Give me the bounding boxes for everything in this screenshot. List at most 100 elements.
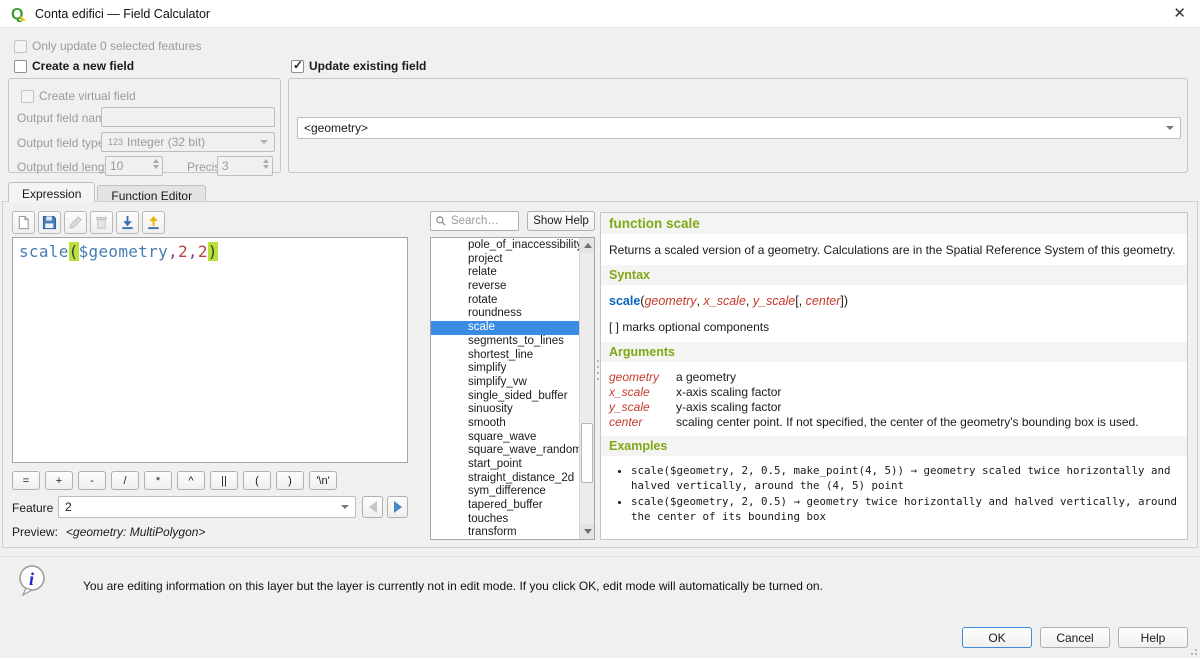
cancel-button[interactable]: Cancel <box>1040 627 1110 648</box>
function-list-item[interactable]: smooth <box>431 417 579 431</box>
qgis-logo-icon: Q <box>10 5 27 22</box>
function-list-item[interactable]: square_wave <box>431 431 579 445</box>
expression-editor[interactable]: scale($geometry,2,2) <box>12 237 408 463</box>
function-list-item[interactable]: touches <box>431 513 579 527</box>
spinner-arrows-icon[interactable] <box>153 159 159 169</box>
scroll-up-icon[interactable] <box>580 238 595 253</box>
edit-expression-icon <box>64 211 87 234</box>
only-update-checkbox-box[interactable] <box>14 40 27 53</box>
create-new-field-checkbox[interactable]: Create a new field <box>14 59 134 73</box>
function-list-item[interactable]: simplify_vw <box>431 376 579 390</box>
feature-label: Feature <box>12 501 53 515</box>
output-field-name-input[interactable] <box>101 107 275 127</box>
create-virtual-field-checkbox-box[interactable] <box>21 90 34 103</box>
spinner-arrows-icon[interactable] <box>263 159 269 169</box>
create-virtual-field-checkbox[interactable]: Create virtual field <box>21 89 136 103</box>
help-title: function scale <box>601 213 1187 234</box>
ok-label: OK <box>988 631 1005 645</box>
arguments-heading: Arguments <box>601 342 1187 362</box>
function-list-item[interactable]: reverse <box>431 280 579 294</box>
tab-expression[interactable]: Expression <box>8 182 95 202</box>
function-list-item[interactable]: simplify <box>431 362 579 376</box>
operator-button[interactable]: '\n' <box>309 471 337 490</box>
function-list-item[interactable]: project <box>431 253 579 267</box>
chevron-down-icon <box>260 140 268 144</box>
output-field-type-label: Output field type <box>17 136 104 150</box>
function-list-item[interactable]: transform <box>431 526 579 540</box>
operator-button[interactable]: = <box>12 471 40 490</box>
function-list-scrollbar[interactable] <box>579 238 594 539</box>
syntax-part: scale <box>609 294 640 308</box>
expression-code[interactable]: scale($geometry,2,2) <box>19 242 401 261</box>
function-list-item[interactable]: roundness <box>431 307 579 321</box>
show-help-label: Show Help <box>533 215 589 227</box>
export-expression-icon[interactable] <box>142 211 165 234</box>
expression-token: ) <box>208 242 218 261</box>
examples-list: scale($geometry, 2, 0.5, make_point(4, 5… <box>601 464 1187 525</box>
function-list-item[interactable]: single_sided_buffer <box>431 390 579 404</box>
create-virtual-field-label: Create virtual field <box>39 89 136 103</box>
function-list-item[interactable]: shortest_line <box>431 349 579 363</box>
function-list-item[interactable]: segments_to_lines <box>431 335 579 349</box>
precision-value: 3 <box>222 159 229 173</box>
operator-button[interactable]: ( <box>243 471 271 490</box>
operator-button[interactable]: + <box>45 471 73 490</box>
function-list-container: pole_of_inaccessibilityprojectrelatereve… <box>430 237 595 540</box>
search-input[interactable] <box>451 215 509 227</box>
operator-button[interactable]: ^ <box>177 471 205 490</box>
syntax-part: ]) <box>840 294 848 308</box>
function-list-item[interactable]: rotate <box>431 294 579 308</box>
close-icon[interactable]: ✕ <box>1173 5 1186 23</box>
delete-expression-icon <box>90 211 113 234</box>
output-field-type-combo[interactable]: 123 Integer (32 bit) <box>101 132 275 152</box>
existing-field-value: <geometry> <box>304 121 368 135</box>
example-item: scale($geometry, 2, 0.5) → geometry twic… <box>631 495 1187 525</box>
function-list-item[interactable]: start_point <box>431 458 579 472</box>
update-existing-field-checkbox-box[interactable] <box>291 60 304 73</box>
function-list-item[interactable]: scale <box>431 321 579 335</box>
new-expression-icon[interactable] <box>12 211 35 234</box>
operator-button[interactable]: - <box>78 471 106 490</box>
output-field-length-spinner[interactable]: 10 <box>105 156 163 176</box>
search-icon <box>435 215 447 227</box>
resize-grip[interactable] <box>1187 645 1197 655</box>
chevron-down-icon <box>1166 126 1174 130</box>
show-help-button[interactable]: Show Help <box>527 211 595 231</box>
scroll-down-icon[interactable] <box>580 524 595 539</box>
operator-button[interactable]: * <box>144 471 172 490</box>
ok-button[interactable]: OK <box>962 627 1032 648</box>
save-expression-icon[interactable] <box>38 211 61 234</box>
operator-button[interactable]: || <box>210 471 238 490</box>
function-help-panel: function scale Returns a scaled version … <box>600 212 1188 540</box>
operator-button[interactable]: ) <box>276 471 304 490</box>
only-update-checkbox[interactable]: Only update 0 selected features <box>14 39 201 53</box>
next-feature-button[interactable] <box>387 496 408 518</box>
function-list-item[interactable]: sym_difference <box>431 485 579 499</box>
search-box[interactable] <box>430 211 519 231</box>
preview-label: Preview: <box>12 525 58 539</box>
expression-token: 2 <box>198 242 208 261</box>
function-list-item[interactable]: sinuosity <box>431 403 579 417</box>
title-bar: Q Conta edifici — Field Calculator ✕ <box>0 0 1200 28</box>
function-list-item[interactable]: straight_distance_2d <box>431 472 579 486</box>
syntax-part: center <box>806 294 841 308</box>
new-field-group: Create virtual field Output field name O… <box>8 78 281 173</box>
scrollbar-thumb[interactable] <box>581 423 593 483</box>
function-list-item[interactable]: tapered_buffer <box>431 499 579 513</box>
function-list-item[interactable]: pole_of_inaccessibility <box>431 239 579 253</box>
expression-token: scale <box>19 242 69 261</box>
create-new-field-checkbox-box[interactable] <box>14 60 27 73</box>
operator-button[interactable]: / <box>111 471 139 490</box>
tab-function-editor[interactable]: Function Editor <box>97 185 206 202</box>
precision-spinner[interactable]: 3 <box>217 156 273 176</box>
function-list-item[interactable]: square_wave_random... <box>431 444 579 458</box>
feature-combo[interactable]: 2 <box>58 496 356 518</box>
help-button[interactable]: Help <box>1118 627 1188 648</box>
only-update-label: Only update 0 selected features <box>32 39 201 53</box>
update-existing-field-checkbox[interactable]: Update existing field <box>291 59 426 73</box>
function-list-item[interactable]: relate <box>431 266 579 280</box>
existing-field-combo[interactable]: <geometry> <box>297 117 1181 139</box>
next-arrow-icon <box>394 501 402 513</box>
update-existing-group: <geometry> <box>288 78 1188 173</box>
import-expression-icon[interactable] <box>116 211 139 234</box>
